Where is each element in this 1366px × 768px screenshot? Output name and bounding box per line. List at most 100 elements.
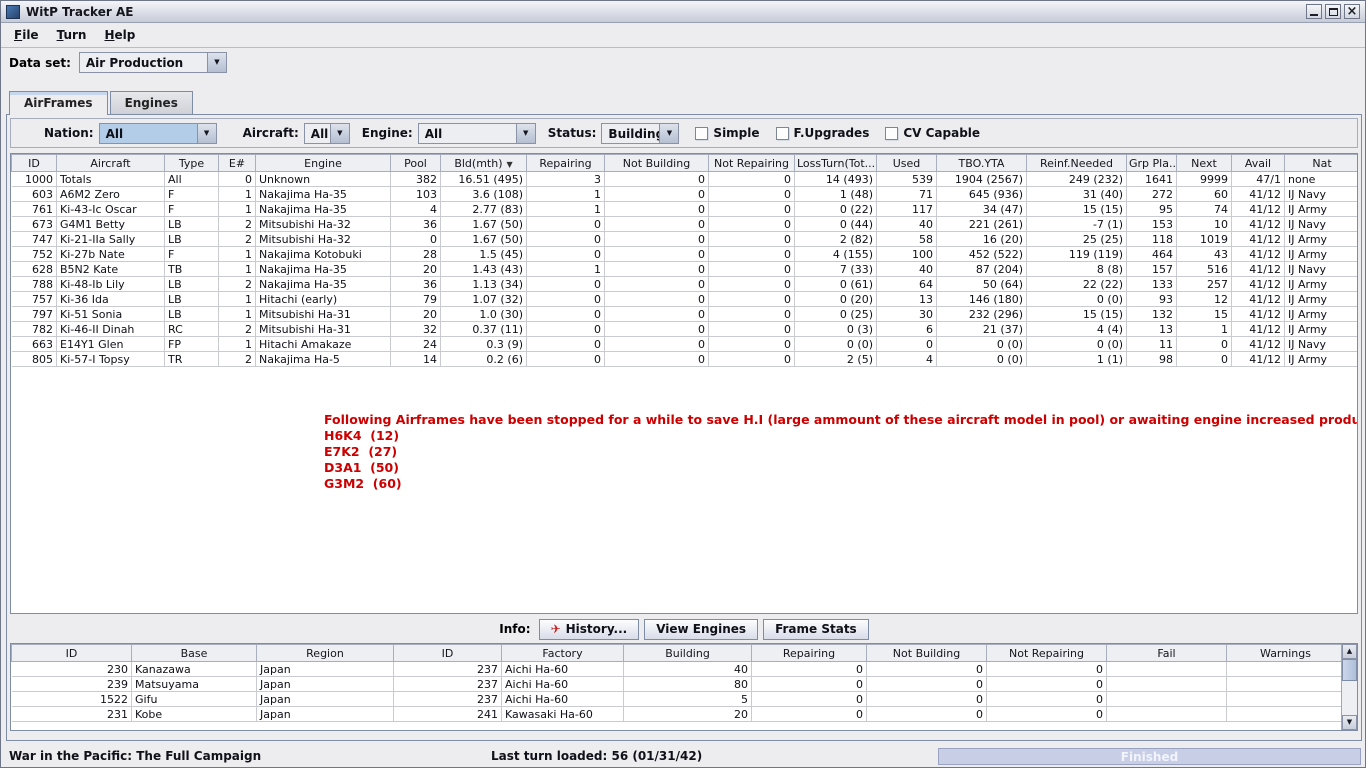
table-cell[interactable]: Ki-48-Ib Lily (56, 276, 165, 292)
table-cell[interactable]: IJ Navy (1284, 261, 1357, 277)
table-cell[interactable]: Mitsubishi Ha-31 (255, 306, 391, 322)
table-cell[interactable]: 64 (876, 276, 937, 292)
table-cell[interactable]: 797 (11, 306, 57, 322)
table-cell[interactable]: Ki-51 Sonia (56, 306, 165, 322)
table-cell[interactable]: 40 (876, 216, 937, 232)
table-cell[interactable]: 41/12 (1231, 276, 1285, 292)
table-cell[interactable]: F (164, 201, 219, 217)
table-row[interactable]: 805 Ki-57-I Topsy TR 2 Nakajima Ha-5 14 0.2 (6… (11, 351, 1357, 367)
table-cell[interactable]: TB (164, 261, 219, 277)
table-cell[interactable]: Ki-21-IIa Sally (56, 231, 165, 247)
table-cell[interactable]: 1000 (11, 171, 57, 187)
table-cell[interactable]: IJ Army (1284, 246, 1357, 262)
table-cell[interactable]: 1019 (1176, 231, 1232, 247)
table-cell[interactable]: 1.5 (45) (440, 246, 527, 262)
table-cell[interactable]: Ki-27b Nate (56, 246, 165, 262)
engine-combobox[interactable]: All ▼ (417, 122, 536, 144)
table-cell[interactable]: 1 (1) (1026, 351, 1127, 367)
aircraft-combobox[interactable]: All ▼ (303, 122, 350, 144)
table-cell[interactable]: 41/12 (1231, 231, 1285, 247)
table-cell[interactable]: Nakajima Ha-35 (255, 186, 391, 202)
table-cell[interactable]: 31 (40) (1026, 186, 1127, 202)
table-cell[interactable]: 1 (526, 201, 605, 217)
table-cell[interactable]: 221 (261) (936, 216, 1027, 232)
table-cell[interactable]: 257 (1176, 276, 1232, 292)
table-cell[interactable]: Ki-57-I Topsy (56, 351, 165, 367)
table-cell[interactable]: 0 (708, 306, 795, 322)
table-cell[interactable]: 132 (1126, 306, 1177, 322)
combobox-arrow-icon[interactable]: ▼ (196, 123, 216, 143)
table-cell[interactable]: F (164, 246, 219, 262)
table-cell[interactable]: 98 (1126, 351, 1177, 367)
table-cell[interactable]: 41/12 (1231, 186, 1285, 202)
column-header[interactable]: Factory (501, 644, 624, 662)
table-cell[interactable]: 0 (604, 231, 709, 247)
table-row[interactable]: 782 Ki-46-II Dinah RC 2 Mitsubishi Ha-31 32 0.… (11, 321, 1357, 337)
table-cell[interactable]: 452 (522) (936, 246, 1027, 262)
maximize-button[interactable] (1325, 4, 1341, 19)
table-cell[interactable]: LB (164, 216, 219, 232)
close-button[interactable]: × (1344, 4, 1360, 19)
table-row[interactable]: 231 Kobe Japan 241 Kawasaki Ha-60 20 0 0 0 (11, 706, 1341, 722)
scroll-down-button[interactable]: ▼ (1342, 715, 1357, 730)
table-cell[interactable]: 0 (604, 351, 709, 367)
scrollbar-thumb[interactable] (1342, 659, 1357, 681)
table-cell[interactable]: 32 (390, 321, 441, 337)
table-cell[interactable]: 2.77 (83) (440, 201, 527, 217)
table-cell[interactable]: 0 (986, 676, 1107, 692)
table-cell[interactable] (1106, 706, 1227, 722)
table-row[interactable]: 603 A6M2 Zero F 1 Nakajima Ha-35 103 3.6 (108)… (11, 186, 1357, 202)
column-header[interactable]: Repairing (526, 154, 605, 172)
column-header[interactable]: Bld(mth) ▼ (440, 154, 527, 172)
table-cell[interactable]: 0 (526, 231, 605, 247)
column-header[interactable]: Fail (1106, 644, 1227, 662)
table-cell[interactable]: 0 (708, 231, 795, 247)
table-cell[interactable]: 0 (708, 216, 795, 232)
table-cell[interactable]: 0 (61) (794, 276, 877, 292)
table-cell[interactable]: LB (164, 231, 219, 247)
table-cell[interactable]: 805 (11, 351, 57, 367)
table-cell[interactable]: 22 (22) (1026, 276, 1127, 292)
table-cell[interactable]: 9999 (1176, 171, 1232, 187)
table-cell[interactable]: Unknown (255, 171, 391, 187)
column-header[interactable]: Reinf.Needed (1026, 154, 1127, 172)
table-cell[interactable]: 100 (876, 246, 937, 262)
table-cell[interactable]: 0 (526, 291, 605, 307)
table-cell[interactable]: IJ Army (1284, 306, 1357, 322)
table-cell[interactable]: 1 (526, 261, 605, 277)
table-cell[interactable]: 0 (866, 676, 987, 692)
table-cell[interactable]: 79 (390, 291, 441, 307)
table-cell[interactable]: 1 (218, 336, 256, 352)
table-cell[interactable]: 0 (708, 291, 795, 307)
table-cell[interactable]: 0 (708, 261, 795, 277)
table-cell[interactable]: 464 (1126, 246, 1177, 262)
table-cell[interactable]: 133 (1126, 276, 1177, 292)
table-cell[interactable]: 0 (604, 276, 709, 292)
table-cell[interactable]: 103 (390, 186, 441, 202)
table-cell[interactable]: Matsuyama (131, 676, 257, 692)
table-cell[interactable]: 87 (204) (936, 261, 1027, 277)
table-cell[interactable]: 0 (708, 351, 795, 367)
table-cell[interactable]: 21 (37) (936, 321, 1027, 337)
table-cell[interactable]: none (1284, 171, 1357, 187)
table-cell[interactable]: 1 (218, 246, 256, 262)
table-cell[interactable]: 0 (708, 321, 795, 337)
tab-engines[interactable]: Engines (109, 91, 193, 114)
table-cell[interactable]: 0 (604, 306, 709, 322)
table-cell[interactable]: 1.67 (50) (440, 231, 527, 247)
table-cell[interactable]: 272 (1126, 186, 1177, 202)
title-bar[interactable]: WitP Tracker AE × (1, 1, 1365, 23)
table-cell[interactable]: 0 (751, 661, 867, 677)
menu-item-turn[interactable]: Turn (48, 25, 96, 45)
table-cell[interactable]: 30 (876, 306, 937, 322)
table-cell[interactable]: 1.0 (30) (440, 306, 527, 322)
table-cell[interactable]: LB (164, 306, 219, 322)
table-cell[interactable]: 24 (390, 336, 441, 352)
table-cell[interactable]: 41/12 (1231, 246, 1285, 262)
table-cell[interactable]: Nakajima Ha-35 (255, 201, 391, 217)
dataset-combobox[interactable]: Air Production ▼ (78, 52, 227, 73)
table-cell[interactable]: IJ Army (1284, 231, 1357, 247)
table-cell[interactable]: 673 (11, 216, 57, 232)
table-cell[interactable]: 0 (390, 231, 441, 247)
table-cell[interactable]: 0 (708, 186, 795, 202)
